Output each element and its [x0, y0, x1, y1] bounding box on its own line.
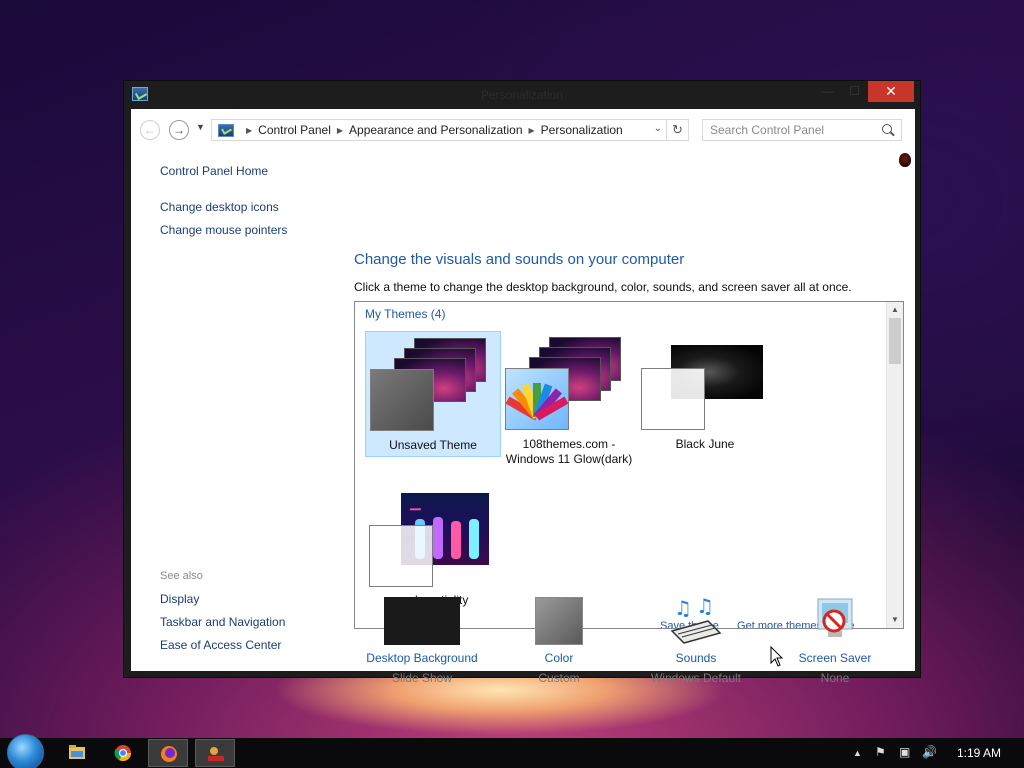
refresh-button[interactable]: ↻ — [667, 119, 689, 141]
maximize-button[interactable]: ☐ — [841, 81, 868, 102]
sounds-label[interactable]: Sounds — [626, 651, 766, 665]
desktop-background-label[interactable]: Desktop Background — [352, 651, 492, 665]
start-button[interactable] — [7, 734, 44, 768]
navigation-bar: ← → ▼ ▶ Control Panel ▶ Appearance and P… — [131, 109, 915, 149]
theme-list-scrollbar[interactable]: ▲ ▼ — [886, 302, 903, 628]
scroll-thumb[interactable] — [889, 318, 901, 364]
svg-text:♫: ♫ — [674, 596, 692, 620]
breadcrumb-appearance[interactable]: Appearance and Personalization — [349, 123, 522, 137]
chevron-right-icon[interactable]: ▶ — [529, 126, 535, 135]
color-option[interactable]: Color Custom — [489, 595, 629, 685]
chrome-taskbar-button[interactable] — [103, 739, 143, 767]
theme-color-swatch — [369, 525, 433, 587]
screen-saver-value: None — [820, 671, 850, 685]
music-keyboard-icon: ♫ ♫ — [668, 594, 724, 645]
window-title: Personalization — [480, 88, 564, 102]
search-input[interactable] — [702, 119, 902, 141]
personalization-icon — [208, 743, 225, 761]
action-center-flag-icon[interactable]: ⚑ — [875, 745, 886, 759]
page-title: Change the visuals and sounds on your co… — [354, 251, 685, 268]
breadcrumb-control-panel[interactable]: Control Panel — [258, 123, 331, 137]
control-panel-icon — [218, 123, 234, 137]
chevron-right-icon[interactable]: ▶ — [246, 126, 252, 135]
chrome-icon — [114, 745, 132, 762]
chevron-down-icon[interactable]: ⌄ — [654, 123, 662, 134]
svg-text:♫: ♫ — [696, 595, 714, 618]
chevron-right-icon[interactable]: ▶ — [337, 126, 343, 135]
color-swatch-icon — [535, 597, 583, 645]
back-button[interactable]: ← — [140, 120, 160, 140]
taskbar: ▲ ⚑ ▣ 🔊 1:19 AM — [0, 734, 1024, 768]
breadcrumb-personalization[interactable]: Personalization — [541, 123, 623, 137]
taskbar-clock[interactable]: 1:19 AM — [957, 746, 1001, 760]
personalization-window: Personalization — ☐ ✕ ← → ▼ ▶ Control Pa… — [123, 80, 921, 685]
theme-list[interactable]: My Themes (4) Unsaved Theme 108themes.co… — [354, 301, 904, 629]
address-bar[interactable]: ▶ Control Panel ▶ Appearance and Persona… — [211, 119, 667, 141]
show-hidden-icons-icon[interactable]: ▲ — [853, 748, 862, 758]
change-mouse-pointers-link[interactable]: Change mouse pointers — [160, 223, 287, 237]
sounds-value: Windows Default — [650, 671, 742, 685]
see-also-label: See also — [160, 570, 203, 582]
screen-saver-label[interactable]: Screen Saver — [765, 651, 905, 665]
search-icon[interactable] — [882, 124, 892, 134]
ease-of-access-link[interactable]: Ease of Access Center — [160, 638, 281, 652]
firefox-icon — [161, 746, 177, 762]
network-icon[interactable]: ▣ — [899, 745, 910, 759]
desktop-background-icon — [384, 597, 460, 645]
recent-pages-dropdown-icon[interactable]: ▼ — [196, 122, 205, 132]
mouse-cursor-icon — [770, 646, 784, 667]
theme-item-black-june[interactable]: Black June — [637, 331, 773, 457]
volume-icon[interactable]: 🔊 — [922, 745, 937, 759]
scroll-up-icon[interactable]: ▲ — [887, 302, 903, 318]
forward-button[interactable]: → — [169, 120, 189, 140]
screen-saver-option[interactable]: Screen Saver None — [765, 595, 905, 685]
firefox-taskbar-button[interactable] — [148, 739, 188, 767]
theme-name: Unsaved Theme — [389, 438, 477, 452]
theme-item-unsaved[interactable]: Unsaved Theme — [365, 331, 501, 457]
display-link[interactable]: Display — [160, 592, 199, 606]
file-explorer-taskbar-button[interactable] — [57, 739, 97, 767]
minimize-button[interactable]: — — [814, 81, 841, 102]
color-value: Custom — [538, 671, 580, 685]
theme-name: Black June — [675, 437, 735, 451]
desktop-background-option[interactable]: Desktop Background Slide Show — [352, 595, 492, 685]
theme-item-108themes[interactable]: 108themes.com - Windows 11 Glow(dark) — [501, 331, 637, 466]
control-panel-taskbar-button[interactable] — [195, 739, 235, 767]
control-panel-home-link[interactable]: Control Panel Home — [160, 164, 268, 178]
alien-icon — [899, 153, 911, 167]
theme-color-swatch — [370, 369, 434, 431]
my-themes-group-label: My Themes (4) — [365, 307, 446, 321]
page-description: Click a theme to change the desktop back… — [354, 280, 852, 294]
title-bar[interactable]: Personalization — ☐ ✕ — [124, 81, 920, 108]
folder-icon — [69, 745, 85, 759]
theme-color-swatch — [641, 368, 705, 430]
color-fan-icon — [505, 368, 569, 430]
sounds-option[interactable]: ♫ ♫ Sounds Windows Default — [626, 594, 766, 685]
taskbar-navigation-link[interactable]: Taskbar and Navigation — [160, 615, 285, 629]
close-button[interactable]: ✕ — [868, 81, 914, 102]
screen-saver-icon — [810, 595, 860, 645]
theme-name: 108themes.com - Windows 11 Glow(dark) — [505, 437, 633, 466]
change-desktop-icons-link[interactable]: Change desktop icons — [160, 200, 279, 214]
desktop-background-value: Slide Show — [391, 671, 453, 685]
window-client-area: ← → ▼ ▶ Control Panel ▶ Appearance and P… — [131, 109, 915, 685]
color-label[interactable]: Color — [489, 651, 629, 665]
